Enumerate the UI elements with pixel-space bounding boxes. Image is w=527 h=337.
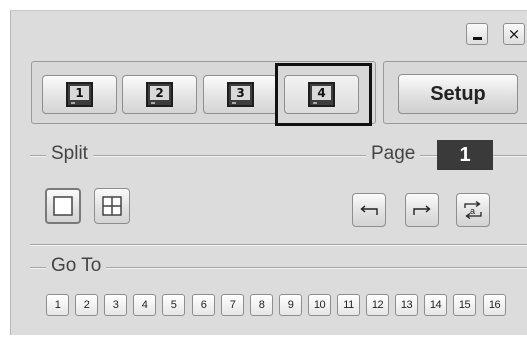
cycle-sequence-icon: a (464, 200, 482, 220)
page-label: Page (366, 143, 421, 165)
monitor-icon: 3 (227, 82, 254, 107)
goto-16-button[interactable]: 16 (483, 294, 506, 316)
control-panel (10, 10, 527, 335)
single-view-button[interactable] (45, 188, 81, 224)
arrow-right-icon (413, 205, 431, 215)
page-number-display: 1 (437, 140, 493, 170)
previous-page-button[interactable] (352, 193, 386, 227)
setup-button[interactable]: Setup (398, 74, 518, 114)
goto-11-button[interactable]: 11 (337, 294, 360, 316)
goto-5-button[interactable]: 5 (162, 294, 185, 316)
single-view-icon (53, 196, 73, 216)
section-divider (30, 244, 527, 246)
screen-2-button[interactable]: 2 (122, 75, 197, 114)
goto-10-button[interactable]: 10 (308, 294, 331, 316)
goto-1-button[interactable]: 1 (46, 294, 69, 316)
quad-grid-icon (102, 196, 122, 216)
quad-view-button[interactable] (94, 188, 130, 224)
next-page-button[interactable] (405, 193, 439, 227)
goto-14-button[interactable]: 14 (424, 294, 447, 316)
goto-3-button[interactable]: 3 (104, 294, 127, 316)
goto-13-button[interactable]: 13 (395, 294, 418, 316)
monitor-icon: 2 (146, 82, 173, 107)
close-button[interactable]: × (503, 23, 525, 45)
auto-cycle-button[interactable]: a (456, 193, 490, 227)
goto-15-button[interactable]: 15 (453, 294, 476, 316)
goto-4-button[interactable]: 4 (133, 294, 156, 316)
screen-1-button[interactable]: 1 (42, 75, 117, 114)
split-label: Split (46, 143, 93, 165)
goto-2-button[interactable]: 2 (75, 294, 98, 316)
minimize-icon (472, 36, 482, 40)
goto-label: Go To (46, 255, 107, 277)
screen-3-button[interactable]: 3 (203, 75, 278, 114)
svg-text:a: a (470, 206, 475, 216)
monitor-icon: 1 (66, 82, 93, 107)
close-icon: × (507, 25, 521, 43)
goto-9-button[interactable]: 9 (279, 294, 302, 316)
goto-6-button[interactable]: 6 (192, 294, 215, 316)
selection-highlight (275, 63, 372, 126)
goto-7-button[interactable]: 7 (221, 294, 244, 316)
goto-12-button[interactable]: 12 (366, 294, 389, 316)
arrow-left-icon (360, 205, 378, 215)
goto-8-button[interactable]: 8 (250, 294, 273, 316)
minimize-button[interactable] (466, 23, 488, 45)
